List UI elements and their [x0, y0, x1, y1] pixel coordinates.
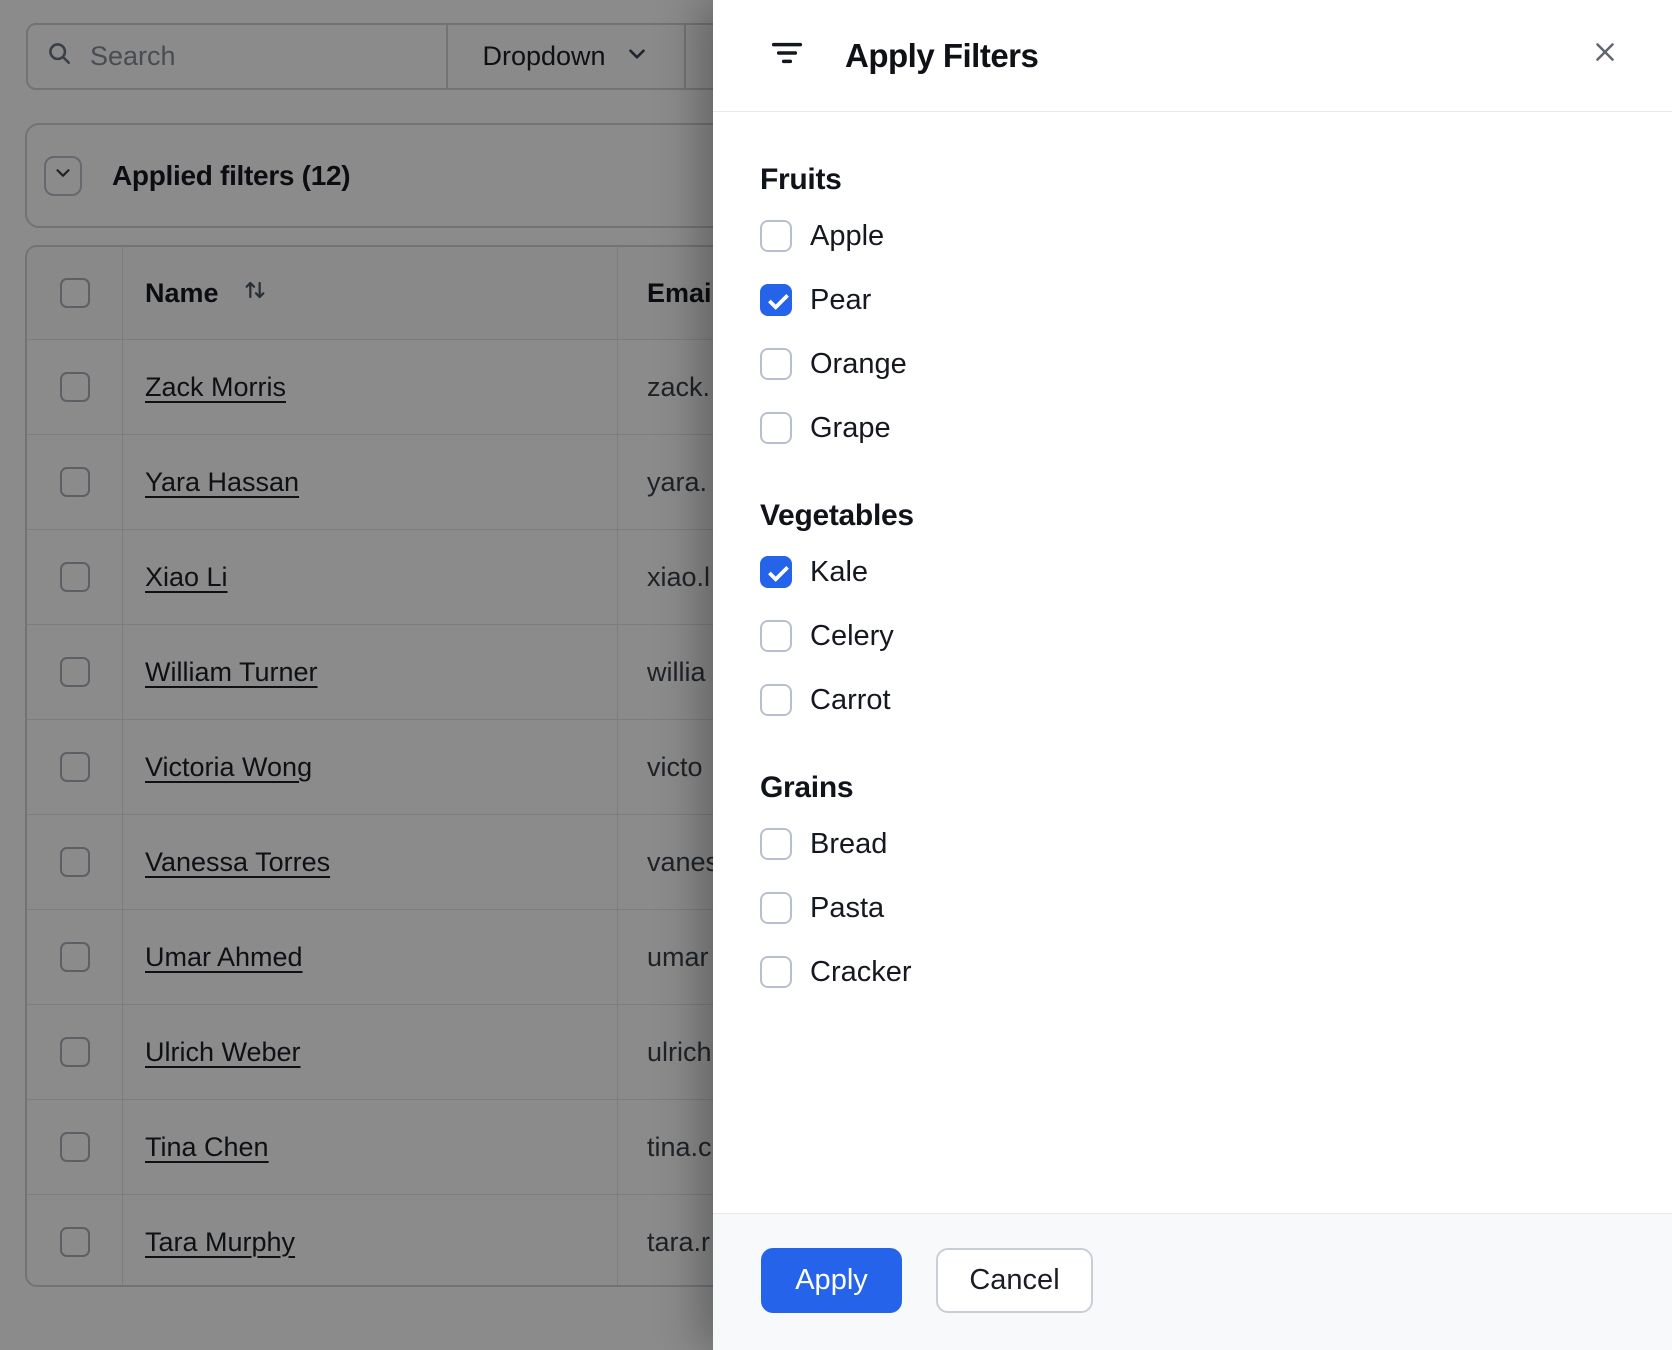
filter-option[interactable]: Bread	[760, 812, 1672, 876]
cancel-button[interactable]: Cancel	[936, 1248, 1093, 1313]
checkbox[interactable]	[760, 220, 792, 252]
option-label: Orange	[810, 347, 907, 380]
option-label: Celery	[810, 619, 894, 652]
option-label: Bread	[810, 827, 888, 860]
option-label: Grape	[810, 411, 891, 444]
apply-button[interactable]: Apply	[761, 1248, 902, 1313]
checkbox[interactable]	[760, 348, 792, 380]
filter-option[interactable]: Pear	[760, 268, 1672, 332]
section-heading: Fruits	[760, 163, 842, 196]
filter-option[interactable]: Apple	[760, 204, 1672, 268]
filter-option[interactable]: Celery	[760, 604, 1672, 668]
checkbox[interactable]	[760, 556, 792, 588]
filter-section-fruits: Fruits Apple Pear Orange Grape	[760, 162, 1672, 460]
filter-option[interactable]: Pasta	[760, 876, 1672, 940]
option-label: Carrot	[810, 683, 891, 716]
filter-section-grains: Grains Bread Pasta Cracker	[760, 770, 1672, 1004]
checkbox[interactable]	[760, 684, 792, 716]
option-label: Cracker	[810, 955, 912, 988]
filter-option[interactable]: Cracker	[760, 940, 1672, 1004]
apply-filters-panel: Apply Filters Fruits Apple Pear Orange G…	[713, 0, 1672, 1350]
section-heading: Grains	[760, 771, 854, 804]
panel-title: Apply Filters	[845, 36, 1039, 74]
filter-option[interactable]: Orange	[760, 332, 1672, 396]
option-label: Apple	[810, 219, 885, 252]
panel-footer: Apply Cancel	[713, 1213, 1672, 1350]
filter-lines-icon	[767, 33, 807, 78]
checkbox[interactable]	[760, 892, 792, 924]
checkbox[interactable]	[760, 828, 792, 860]
checkbox[interactable]	[760, 620, 792, 652]
panel-header: Apply Filters	[713, 0, 1672, 112]
filter-option[interactable]: Carrot	[760, 668, 1672, 732]
section-heading: Vegetables	[760, 499, 914, 532]
option-label: Kale	[810, 555, 869, 588]
checkbox[interactable]	[760, 284, 792, 316]
option-label: Pasta	[810, 891, 885, 924]
checkbox[interactable]	[760, 956, 792, 988]
filter-option[interactable]: Kale	[760, 540, 1672, 604]
panel-content: Fruits Apple Pear Orange Grape Vegetable…	[713, 112, 1672, 1004]
option-label: Pear	[810, 283, 872, 316]
close-icon[interactable]	[1584, 31, 1626, 73]
filter-option[interactable]: Grape	[760, 396, 1672, 460]
filter-section-vegetables: Vegetables Kale Celery Carrot	[760, 498, 1672, 732]
checkbox[interactable]	[760, 412, 792, 444]
